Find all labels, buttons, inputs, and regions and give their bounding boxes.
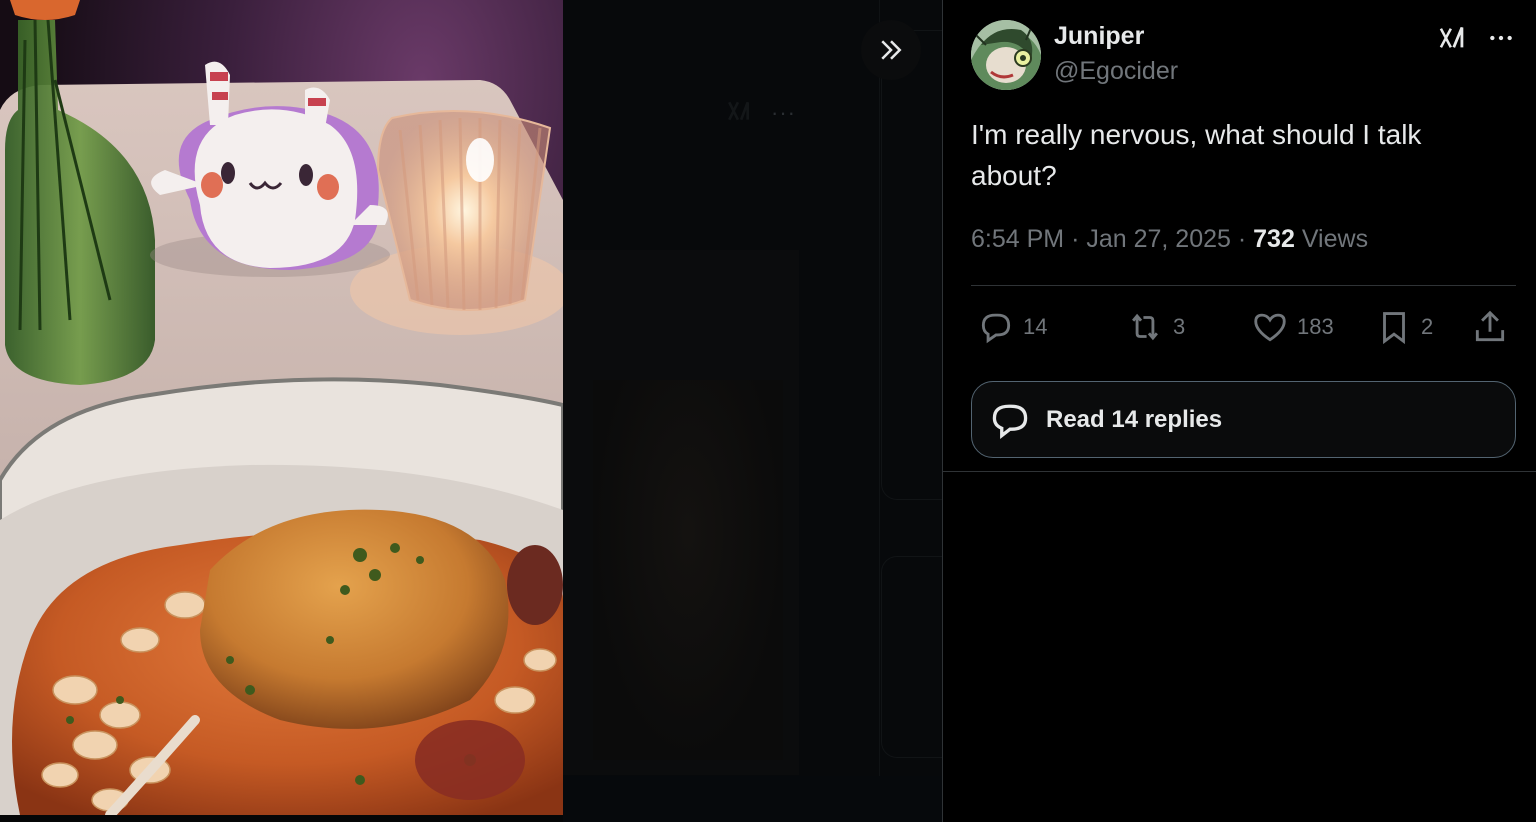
views-label: Views xyxy=(1301,225,1369,253)
reply-count: 14 xyxy=(1023,314,1048,339)
meta-separator: · xyxy=(1237,225,1247,253)
read-replies-label: Read 14 replies xyxy=(1046,405,1223,433)
dimmed-background-page: ··· xyxy=(563,0,942,822)
dimmed-more-icon: ··· xyxy=(771,100,796,125)
author-name[interactable]: Juniper xyxy=(1054,22,1144,51)
avatar-image xyxy=(971,20,1041,90)
bookmark-button[interactable]: 2 xyxy=(1375,304,1433,350)
avatar[interactable] xyxy=(971,20,1041,90)
heart-icon xyxy=(1254,313,1286,342)
like-count: 183 xyxy=(1297,314,1334,339)
tweet-detail-panel: Juniper @Egocider I'm really nervous, wh… xyxy=(942,0,1536,822)
reply-icon xyxy=(981,313,1011,344)
author-handle[interactable]: @Egocider xyxy=(1054,57,1178,86)
repost-count: 3 xyxy=(1173,314,1186,339)
grok-button[interactable] xyxy=(1436,22,1468,54)
bookmark-icon xyxy=(1383,312,1405,345)
read-replies-button[interactable]: Read 14 replies xyxy=(971,381,1516,458)
divider xyxy=(943,471,1536,472)
tweet-date[interactable]: Jan 27, 2025 xyxy=(1086,225,1231,253)
tweet-meta: 6:54 PM · Jan 27, 2025 · 732 Views xyxy=(971,225,1368,254)
action-bar: 14 3 183 2 xyxy=(971,304,1516,350)
collapse-panel-button[interactable] xyxy=(861,20,921,80)
repost-button[interactable]: 3 xyxy=(1125,304,1185,350)
repost-icon xyxy=(1132,313,1158,341)
views-count: 732 xyxy=(1253,225,1295,253)
speech-bubble-icon xyxy=(988,398,1032,442)
tweet-photo[interactable] xyxy=(0,0,563,815)
media-viewer: ··· xyxy=(0,0,942,822)
share-icon xyxy=(1475,310,1505,342)
more-dots-icon xyxy=(1490,35,1512,41)
tweet-text: I'm really nervous, what should I talk a… xyxy=(971,119,1422,191)
more-options-button[interactable] xyxy=(1485,22,1517,54)
reply-button[interactable]: 14 xyxy=(977,304,1047,350)
dimmed-grok-icon xyxy=(728,101,749,121)
like-button[interactable]: 183 xyxy=(1251,304,1334,350)
tweet-time[interactable]: 6:54 PM xyxy=(971,225,1064,253)
grok-icon xyxy=(1439,26,1464,48)
share-button[interactable] xyxy=(1471,304,1517,350)
bookmark-count: 2 xyxy=(1421,314,1434,339)
photo-illustration xyxy=(0,0,563,815)
divider xyxy=(971,285,1516,286)
double-chevron-right-icon xyxy=(881,40,902,60)
meta-separator: · xyxy=(1071,225,1080,253)
